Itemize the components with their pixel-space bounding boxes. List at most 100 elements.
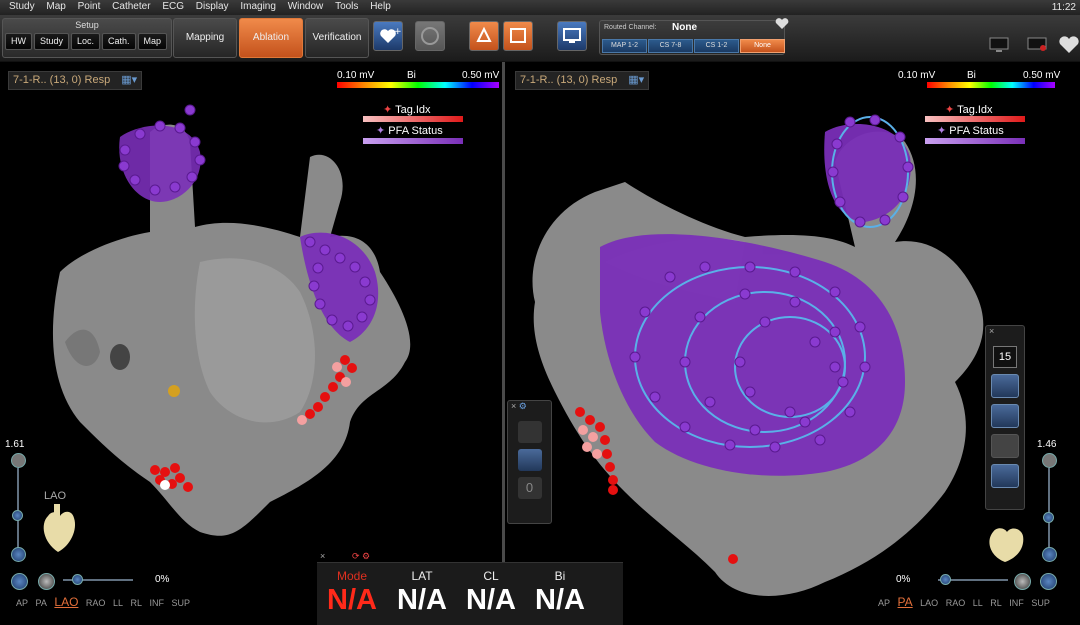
- left-rotate-button[interactable]: [11, 573, 28, 590]
- disabled-tool-icon: [991, 434, 1019, 458]
- right-zoom-out-button[interactable]: [1042, 547, 1057, 562]
- left-orient-lao[interactable]: LAO: [54, 595, 78, 609]
- setup-hw-button[interactable]: HW: [5, 33, 32, 50]
- right-orient-ap[interactable]: AP: [878, 598, 890, 608]
- right-opacity-pct: 0%: [896, 574, 911, 585]
- ablation-mode-button[interactable]: Ablation: [239, 18, 303, 58]
- left-orient-inf[interactable]: INF: [150, 598, 165, 608]
- ic-catheter-icon[interactable]: [415, 21, 445, 51]
- map-point-icon[interactable]: [503, 21, 533, 51]
- left-orientation-bar: AP PA LAO RAO LL RL INF SUP: [16, 595, 195, 609]
- left-opacity-pct: 0%: [155, 574, 170, 585]
- menu-map[interactable]: Map: [46, 0, 65, 12]
- right-heart-orientation-icon[interactable]: [983, 512, 1027, 567]
- menu-window[interactable]: Window: [288, 0, 324, 12]
- left-zoom-slider[interactable]: [17, 468, 19, 550]
- menu-imaging[interactable]: Imaging: [240, 0, 276, 12]
- status-mode-label: Mode: [336, 569, 368, 583]
- menu-help[interactable]: Help: [370, 0, 391, 12]
- heart-icon[interactable]: [775, 17, 789, 29]
- status-mode: Mode N/A: [317, 569, 387, 617]
- left-zoom-in-button[interactable]: [11, 453, 26, 468]
- status-bi-value: N/A: [535, 584, 585, 616]
- right-zoom-thumb[interactable]: [1043, 512, 1054, 523]
- setup-cath-button[interactable]: Cath.: [102, 33, 136, 50]
- left-zoom-out-button[interactable]: [11, 547, 26, 562]
- right-orient-rao[interactable]: RAO: [946, 598, 966, 608]
- channel-cs78-button[interactable]: CS 7-8: [648, 39, 693, 53]
- clock: 11:22: [1051, 2, 1076, 13]
- channel-cs12-button[interactable]: CS 1-2: [694, 39, 739, 53]
- left-heart-orientation-icon[interactable]: [38, 502, 78, 557]
- float-catheter-icon[interactable]: [517, 449, 542, 471]
- left-orient-ll[interactable]: LL: [113, 598, 123, 608]
- right-orient-pa[interactable]: PA: [898, 595, 913, 609]
- routed-channel-panel: Routed Channel: None MAP 1-2 CS 7-8 CS 1…: [599, 20, 785, 55]
- right-rotate-button[interactable]: [1040, 573, 1057, 590]
- right-orient-ll[interactable]: LL: [973, 598, 983, 608]
- left-orient-rl[interactable]: RL: [130, 598, 142, 608]
- status-bi: Bi N/A: [525, 569, 595, 617]
- right-orientation-bar: AP PA LAO RAO LL RL INF SUP: [878, 595, 1055, 609]
- right-anatomy-mesh[interactable]: [505, 62, 1065, 624]
- setup-loc-button[interactable]: Loc.: [71, 33, 101, 50]
- right-orient-lao[interactable]: LAO: [920, 598, 938, 608]
- menu-ecg[interactable]: ECG: [162, 0, 184, 12]
- float-close-icon[interactable]: × ⚙: [508, 401, 551, 415]
- status-mode-value: N/A: [327, 584, 377, 616]
- right-orient-rl[interactable]: RL: [990, 598, 1002, 608]
- routed-channel-label: Routed Channel:: [604, 24, 657, 31]
- status-cl-value: N/A: [466, 584, 516, 616]
- display-monitor-icon[interactable]: [989, 37, 1009, 53]
- right-opacity-thumb[interactable]: [940, 574, 951, 585]
- right-3d-viewport[interactable]: 7-1-R.. (13, 0) Resp ▦▾ 0.10 mV Bi 0.50 …: [505, 62, 1065, 624]
- left-orient-rao[interactable]: RAO: [86, 598, 106, 608]
- record-monitor-icon[interactable]: [1027, 37, 1047, 53]
- right-zoom-in-button[interactable]: [1042, 453, 1057, 468]
- left-orientation-label: LAO: [44, 490, 67, 502]
- status-close-icon[interactable]: ×: [320, 551, 325, 561]
- left-zoom-thumb[interactable]: [12, 510, 23, 521]
- status-panel: × ⟳ ⚙ Mode N/A LAT N/A CL N/A Bi N/A: [317, 551, 623, 625]
- menu-catheter[interactable]: Catheter: [112, 0, 150, 12]
- setup-title: Setup: [75, 20, 99, 30]
- left-reset-button[interactable]: [38, 573, 55, 590]
- verification-mode-button[interactable]: Verification: [305, 18, 369, 58]
- status-cl-label: CL: [483, 569, 499, 583]
- routed-channel-value: None: [672, 22, 697, 33]
- float-counter: 0: [517, 477, 542, 499]
- catheter-tool-icon[interactable]: [991, 404, 1019, 428]
- left-orient-pa[interactable]: PA: [36, 598, 47, 608]
- heart-plus-icon[interactable]: +: [373, 21, 403, 51]
- right-zoom-value: 1.46: [1037, 439, 1057, 450]
- gear-icon[interactable]: ⚙: [519, 401, 527, 411]
- channel-map12-button[interactable]: MAP 1-2: [602, 39, 647, 53]
- heart-badge-icon[interactable]: [1058, 35, 1080, 55]
- right-orient-sup[interactable]: SUP: [1031, 598, 1050, 608]
- menu-point[interactable]: Point: [78, 0, 101, 12]
- status-lat: LAT N/A: [387, 569, 457, 617]
- right-orient-inf[interactable]: INF: [1009, 598, 1024, 608]
- shell-tool-icon[interactable]: [991, 464, 1019, 488]
- channel-none-button[interactable]: None: [740, 39, 785, 53]
- setup-map-button[interactable]: Map: [137, 33, 168, 50]
- left-opacity-thumb[interactable]: [72, 574, 83, 585]
- menu-tools[interactable]: Tools: [335, 0, 358, 12]
- menu-study[interactable]: Study: [9, 0, 35, 12]
- left-orient-ap[interactable]: AP: [16, 598, 28, 608]
- close-icon[interactable]: ×: [986, 326, 1024, 340]
- menu-display[interactable]: Display: [196, 0, 229, 12]
- right-reset-button[interactable]: [1014, 573, 1031, 590]
- right-tools-panel: × 15: [985, 325, 1025, 510]
- float-tool-disabled-icon: [517, 421, 542, 443]
- status-cl: CL N/A: [456, 569, 526, 617]
- left-orient-sup[interactable]: SUP: [172, 598, 191, 608]
- left-3d-viewport[interactable]: 7-1-R.. (13, 0) Resp ▦▾ 0.10 mV Bi 0.50 …: [0, 62, 505, 624]
- monitor-layout-icon[interactable]: [557, 21, 587, 51]
- setup-study-button[interactable]: Study: [34, 33, 70, 50]
- mapping-mode-button[interactable]: Mapping: [173, 18, 237, 58]
- status-settings-icon[interactable]: ⟳ ⚙: [352, 551, 370, 562]
- right-zoom-slider[interactable]: [1048, 468, 1050, 550]
- shell-icon[interactable]: [469, 21, 499, 51]
- grid-tool-icon[interactable]: [991, 374, 1019, 398]
